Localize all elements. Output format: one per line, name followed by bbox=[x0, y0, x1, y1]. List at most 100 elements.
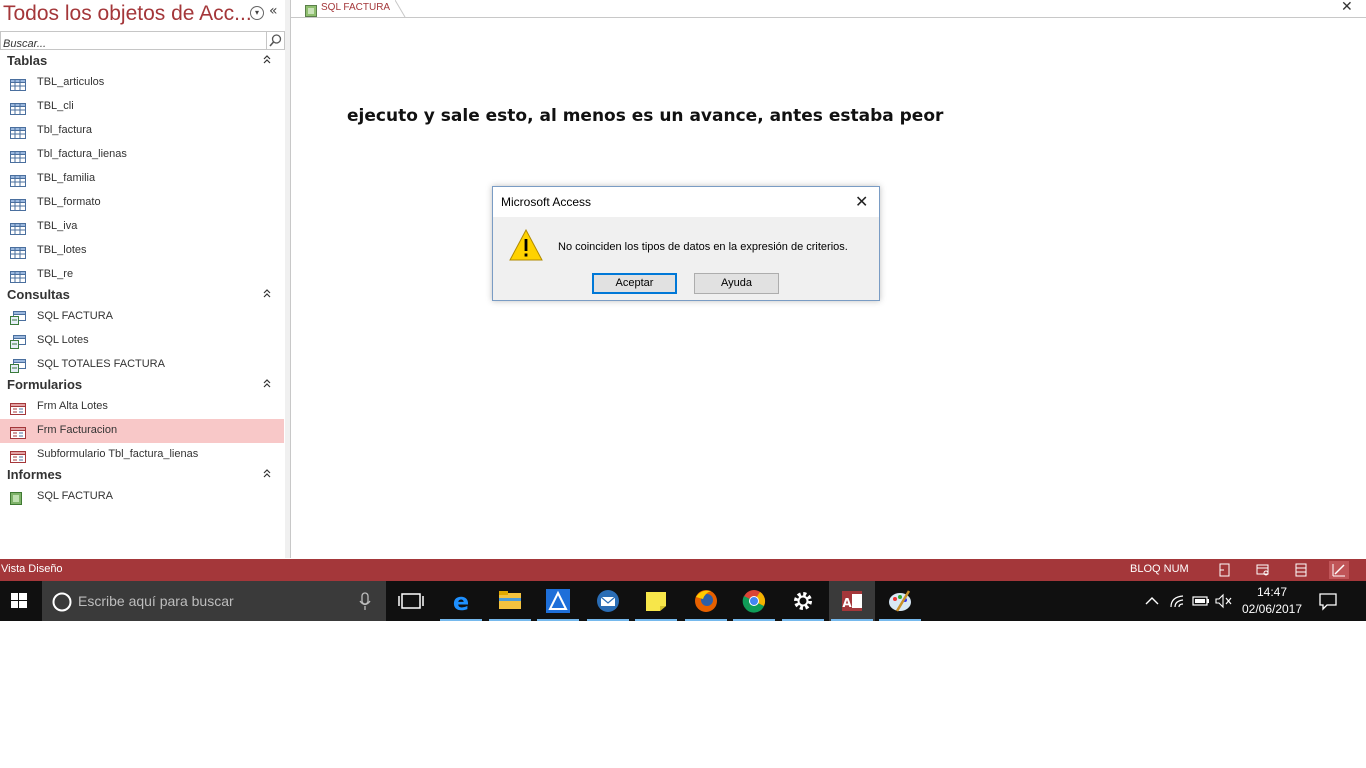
firefox-icon[interactable] bbox=[683, 581, 729, 621]
show-hidden-icons-chevron-up-icon[interactable] bbox=[1143, 593, 1161, 613]
nav-item[interactable]: SQL FACTURA bbox=[0, 485, 284, 509]
nav-item[interactable]: Frm Alta Lotes bbox=[0, 395, 284, 419]
nav-item[interactable]: TBL_re bbox=[0, 263, 284, 287]
table-icon bbox=[10, 268, 26, 283]
table-icon bbox=[10, 196, 26, 211]
nav-group-label: Formularios bbox=[7, 377, 83, 392]
nav-group-label: Tablas bbox=[7, 53, 48, 68]
microphone-icon[interactable] bbox=[358, 592, 372, 612]
datasheet-view-icon[interactable] bbox=[1253, 561, 1273, 579]
nav-item-label: SQL FACTURA bbox=[37, 490, 113, 502]
nav-item-label: TBL_familia bbox=[37, 172, 96, 184]
dialog-message: No coinciden los tipos de datos en la ex… bbox=[558, 241, 848, 253]
status-bar: Vista Diseño BLOQ NUM bbox=[0, 559, 1366, 581]
edge-browser-icon[interactable]: e bbox=[438, 581, 484, 621]
nav-search-input[interactable] bbox=[1, 36, 265, 52]
tab-sql-factura[interactable]: SQL FACTURA bbox=[297, 0, 406, 17]
cortana-icon bbox=[52, 592, 72, 612]
nav-item-label: TBL_cli bbox=[37, 100, 74, 112]
document-tab-bar: SQL FACTURA ✕ bbox=[291, 0, 1366, 18]
query-icon bbox=[10, 334, 26, 349]
nav-item[interactable]: TBL_familia bbox=[0, 167, 284, 191]
nav-group-formularios[interactable]: Formularios bbox=[0, 375, 284, 395]
nav-item[interactable]: Tbl_factura bbox=[0, 119, 284, 143]
nav-item[interactable]: TBL_formato bbox=[0, 191, 284, 215]
chrome-icon[interactable] bbox=[731, 581, 777, 621]
nav-item[interactable]: SQL TOTALES FACTURA bbox=[0, 353, 284, 377]
nav-item[interactable]: Subformulario Tbl_factura_lienas bbox=[0, 443, 284, 467]
nav-group-label: Informes bbox=[7, 467, 62, 482]
nav-group-consultas[interactable]: Consultas bbox=[0, 285, 284, 305]
chevron-down-icon[interactable]: ▾ bbox=[250, 6, 264, 20]
nav-pane-splitter[interactable] bbox=[285, 0, 291, 558]
clock-date[interactable]: 02/06/2017 bbox=[1240, 602, 1304, 616]
collapse-pane-icon[interactable]: « bbox=[269, 3, 278, 19]
sticky-notes-icon[interactable] bbox=[633, 581, 679, 621]
report-icon bbox=[10, 490, 26, 505]
chevron-up-icon[interactable] bbox=[262, 378, 272, 391]
network-icon[interactable] bbox=[1168, 593, 1188, 613]
nav-item-label: TBL_re bbox=[37, 268, 74, 280]
layout-view-icon[interactable] bbox=[1291, 561, 1311, 579]
design-view-icon[interactable] bbox=[1329, 561, 1349, 579]
dialog-title: Microsoft Access bbox=[501, 195, 592, 209]
task-view-icon[interactable] bbox=[388, 581, 434, 621]
form-icon bbox=[10, 448, 26, 463]
windows-taskbar: Escribe aquí para buscar e A 14:47 02/06… bbox=[0, 581, 1366, 621]
query-icon bbox=[10, 358, 26, 373]
help-button[interactable]: Ayuda bbox=[694, 273, 779, 294]
paint-app-icon[interactable] bbox=[877, 581, 923, 621]
close-icon[interactable]: ✕ bbox=[855, 192, 868, 211]
form-icon bbox=[10, 424, 26, 439]
tab-label: SQL FACTURA bbox=[321, 2, 391, 13]
nav-item[interactable]: SQL Lotes bbox=[0, 329, 284, 353]
clock-time[interactable]: 14:47 bbox=[1240, 585, 1304, 599]
nav-item-label: Frm Alta Lotes bbox=[37, 400, 108, 412]
form-icon bbox=[10, 400, 26, 415]
nav-item[interactable]: Tbl_factura_lienas bbox=[0, 143, 284, 167]
search-icon[interactable] bbox=[266, 32, 284, 49]
nav-item-label: Frm Facturacion bbox=[37, 424, 118, 436]
warning-icon bbox=[509, 228, 543, 265]
volume-muted-icon[interactable] bbox=[1214, 593, 1234, 613]
nav-group-tablas[interactable]: Tablas bbox=[0, 51, 284, 71]
access-app-icon[interactable]: A bbox=[829, 581, 875, 621]
table-icon bbox=[10, 148, 26, 163]
nav-item-label: TBL_iva bbox=[37, 220, 78, 232]
dialog-titlebar[interactable]: Microsoft Access ✕ bbox=[493, 187, 879, 217]
nav-item[interactable]: TBL_iva bbox=[0, 215, 284, 239]
chevron-up-icon[interactable] bbox=[262, 54, 272, 67]
nav-item-label: Tbl_factura_lienas bbox=[37, 148, 127, 160]
mail-client-icon[interactable] bbox=[585, 581, 631, 621]
nav-item-label: TBL_formato bbox=[37, 196, 101, 208]
app-store-icon[interactable] bbox=[535, 581, 581, 621]
nav-group-informes[interactable]: Informes bbox=[0, 465, 284, 485]
file-explorer-icon[interactable] bbox=[487, 581, 533, 621]
taskbar-search-box[interactable]: Escribe aquí para buscar bbox=[42, 581, 386, 621]
nav-item[interactable]: Frm Facturacion bbox=[0, 419, 284, 443]
nav-item[interactable]: TBL_cli bbox=[0, 95, 284, 119]
nav-pane-title[interactable]: Todos los objetos de Acc... bbox=[3, 2, 252, 26]
nav-item[interactable]: TBL_lotes bbox=[0, 239, 284, 263]
chevron-up-icon[interactable] bbox=[262, 288, 272, 301]
nav-item[interactable]: TBL_articulos bbox=[0, 71, 284, 95]
numlock-indicator: BLOQ NUM bbox=[1130, 563, 1189, 575]
svg-text:e: e bbox=[453, 588, 469, 616]
form-view-icon[interactable] bbox=[1215, 561, 1235, 579]
nav-item[interactable]: SQL FACTURA bbox=[0, 305, 284, 329]
nav-item-label: SQL Lotes bbox=[37, 334, 89, 346]
close-icon[interactable]: ✕ bbox=[1341, 0, 1353, 15]
error-dialog: Microsoft Access ✕ No coinciden los tipo… bbox=[492, 186, 880, 301]
report-icon bbox=[305, 2, 317, 21]
nav-item-label: SQL FACTURA bbox=[37, 310, 113, 322]
annotation-text: ejecuto y sale esto, al menos es un avan… bbox=[347, 106, 944, 126]
nav-item-label: Subformulario Tbl_factura_lienas bbox=[37, 448, 199, 460]
nav-item-label: Tbl_factura bbox=[37, 124, 93, 136]
settings-gear-icon[interactable] bbox=[780, 581, 826, 621]
query-icon bbox=[10, 310, 26, 325]
chevron-up-icon[interactable] bbox=[262, 468, 272, 481]
action-center-icon[interactable] bbox=[1318, 591, 1338, 615]
windows-start-icon[interactable] bbox=[0, 581, 40, 621]
battery-icon[interactable] bbox=[1191, 593, 1211, 613]
ok-button[interactable]: Aceptar bbox=[592, 273, 677, 294]
